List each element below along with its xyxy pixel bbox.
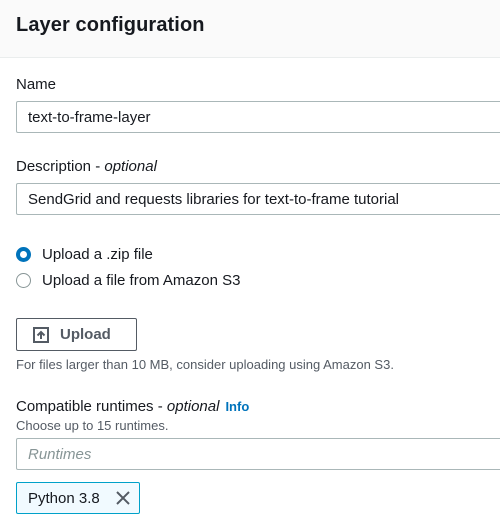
radio-button-checked[interactable] — [16, 246, 31, 262]
description-label: Description - optional — [16, 158, 157, 175]
radio-upload-s3-label: Upload a file from Amazon S3 — [42, 271, 241, 289]
runtimes-description: Choose up to 15 runtimes. — [16, 418, 169, 433]
runtimes-label: Compatible runtimes - optional Info — [16, 398, 249, 415]
radio-upload-zip[interactable]: Upload a .zip file — [16, 244, 153, 264]
upload-button[interactable]: Upload — [16, 318, 137, 351]
upload-hint: For files larger than 10 MB, consider up… — [16, 357, 394, 372]
info-link[interactable]: Info — [225, 399, 249, 414]
radio-upload-zip-label: Upload a .zip file — [42, 245, 153, 263]
description-optional-text: optional — [104, 158, 157, 175]
radio-upload-s3[interactable]: Upload a file from Amazon S3 — [16, 270, 240, 290]
upload-button-label: Upload — [60, 326, 111, 343]
runtime-token-label: Python 3.8 — [28, 489, 100, 507]
panel-title: Layer configuration — [16, 14, 205, 36]
runtime-token: Python 3.8 — [16, 482, 140, 514]
radio-button-unchecked[interactable] — [16, 272, 31, 288]
description-input[interactable] — [16, 183, 500, 215]
name-label: Name — [16, 76, 57, 93]
runtimes-optional-text: optional — [166, 398, 220, 415]
runtimes-label-text: Compatible runtimes - — [16, 398, 167, 415]
close-icon[interactable] — [115, 490, 131, 506]
name-input[interactable] — [16, 101, 500, 133]
panel-header: Layer configuration — [0, 0, 500, 58]
description-label-text: Description - — [16, 158, 105, 175]
runtimes-input[interactable] — [16, 438, 500, 470]
upload-icon — [33, 326, 49, 343]
